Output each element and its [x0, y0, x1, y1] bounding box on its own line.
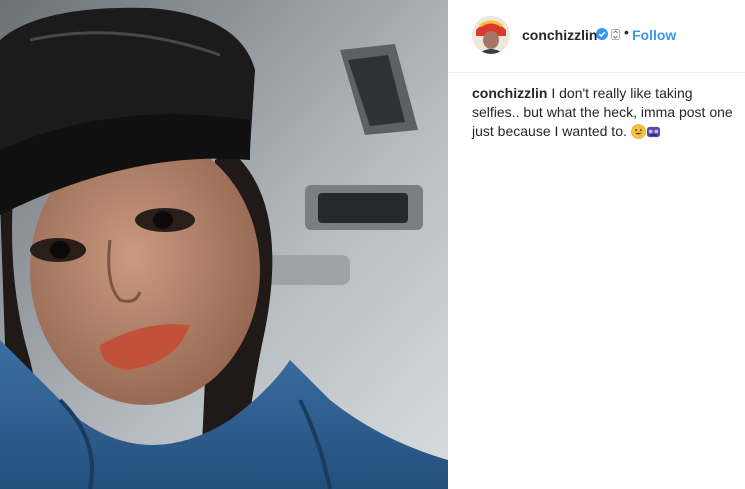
post-caption: conchizzlin I don't really like taking s… [472, 84, 734, 141]
verified-badge-icon [596, 28, 608, 40]
avatar[interactable] [472, 16, 510, 54]
expand-arrows-icon[interactable] [611, 29, 620, 40]
grinning-face-emoji-icon [630, 124, 646, 139]
caption-username[interactable]: conchizzlin [472, 85, 547, 101]
selfie-image [0, 0, 448, 489]
username[interactable]: conchizzlin [522, 27, 597, 43]
avatar-image [472, 16, 510, 54]
post-photo[interactable] [0, 0, 448, 489]
post-sidebar: conchizzlin • Follow conchizzlin I don't… [448, 0, 745, 489]
follow-button[interactable]: Follow [632, 27, 676, 43]
post-header: conchizzlin • Follow [448, 0, 745, 73]
separator-dot: • [624, 24, 629, 40]
purple-emoji-icon [646, 126, 660, 138]
